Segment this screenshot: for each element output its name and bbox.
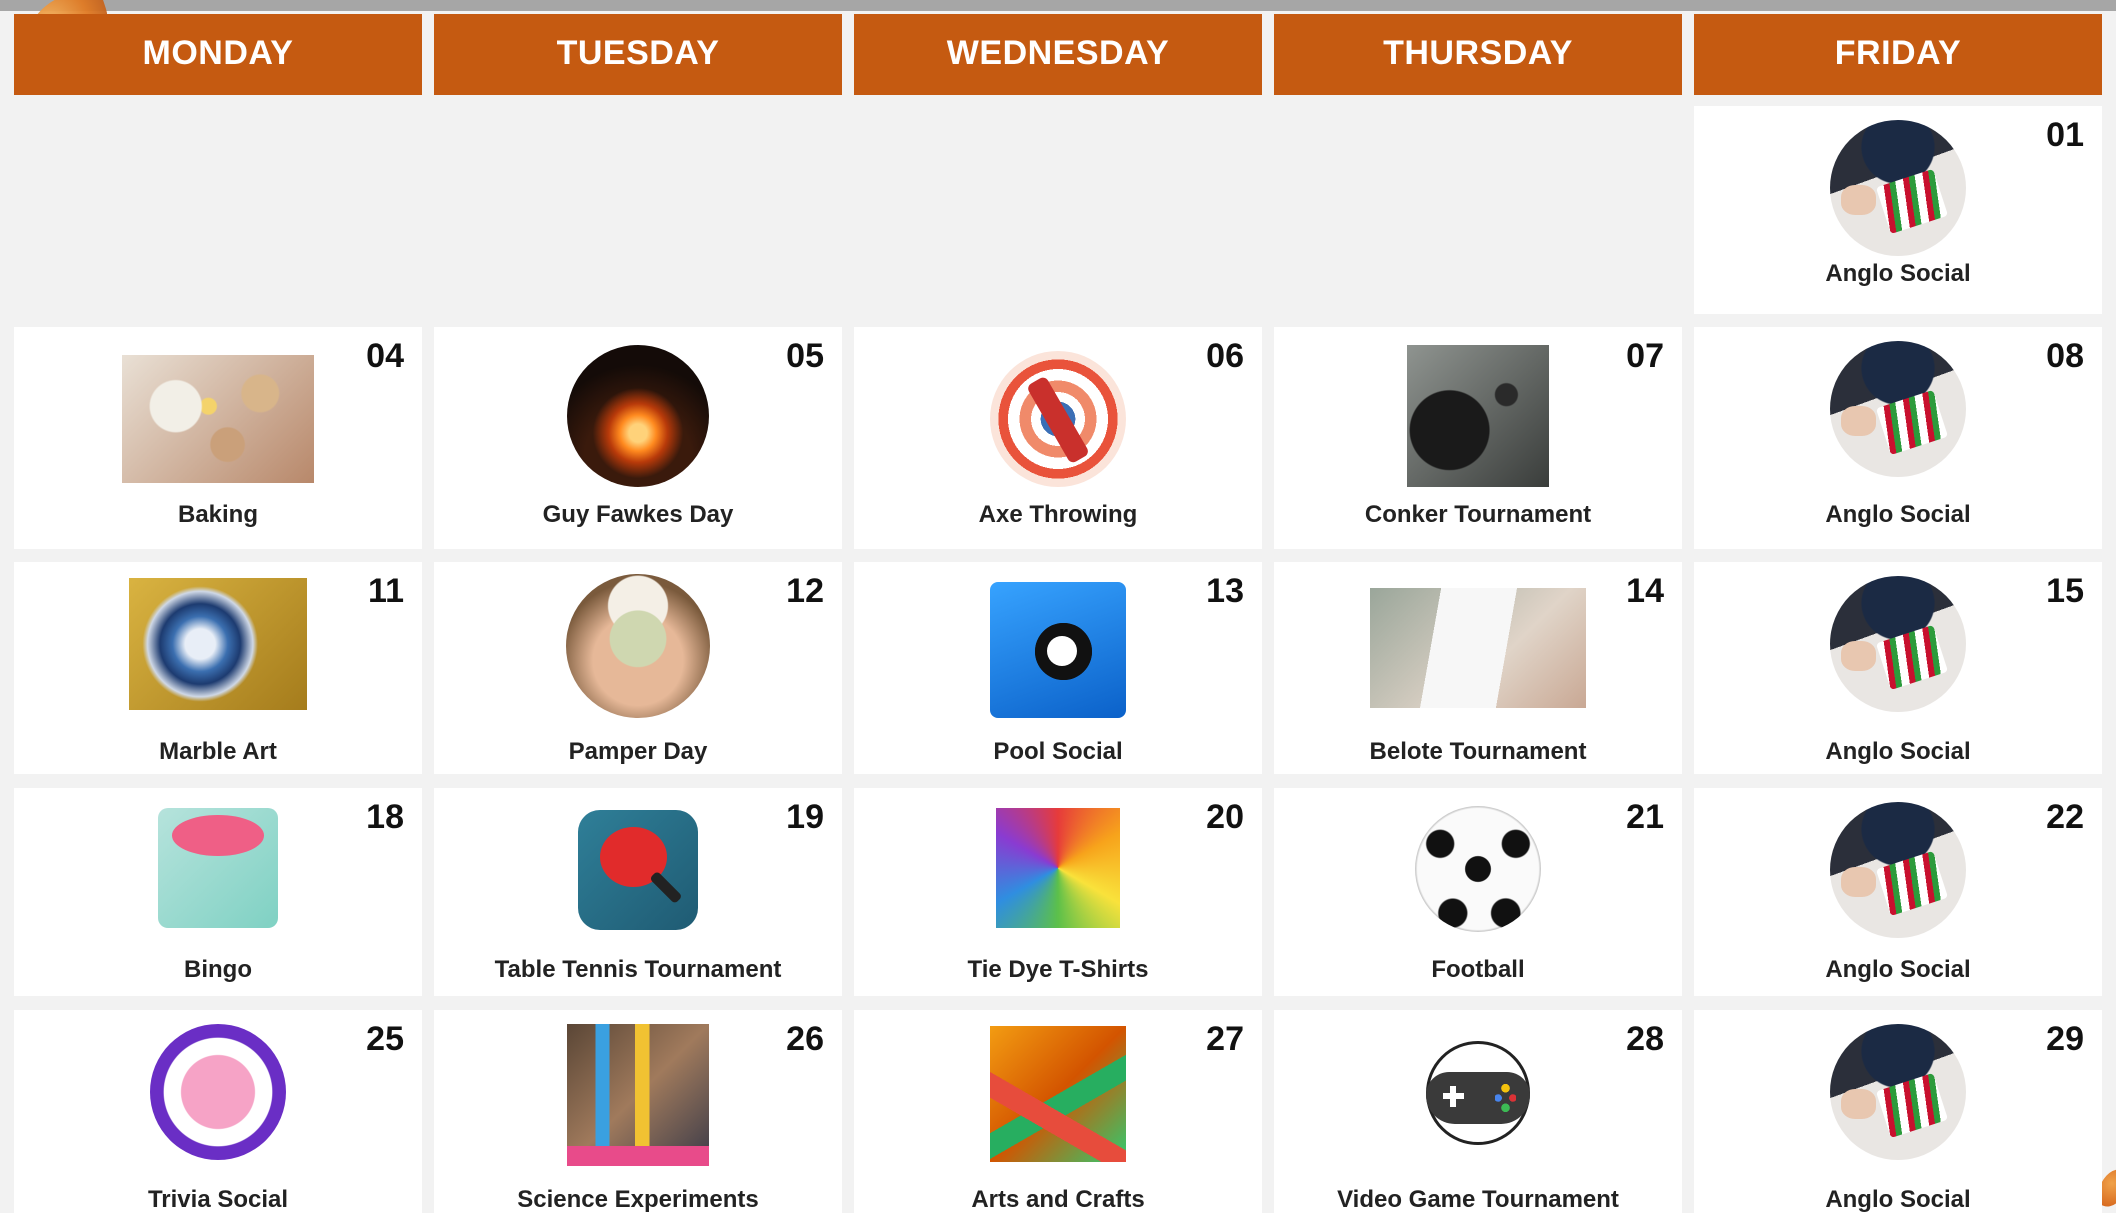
calendar-day-cell[interactable]: 19 Table Tennis Tournament [434, 788, 842, 996]
calendar-day-cell[interactable]: 26 Science Experiments [434, 1010, 842, 1213]
day-number: 05 [786, 337, 824, 375]
event-label: Conker Tournament [1364, 501, 1592, 528]
event-label: Pool Social [993, 738, 1123, 765]
playing-cards-photo [1830, 802, 1966, 938]
calendar-day-cell[interactable]: 01 Anglo Social [1694, 106, 2102, 314]
event-label: Anglo Social [1825, 501, 1971, 528]
day-number: 28 [1626, 1020, 1664, 1058]
baking-ingredients-photo [122, 355, 314, 483]
top-border [0, 0, 2116, 11]
day-number: 25 [366, 1020, 404, 1058]
header-friday: FRIDAY [1694, 14, 2102, 95]
calendar-day-cell[interactable]: 12 Pamper Day [434, 562, 842, 774]
event-label: Guy Fawkes Day [542, 501, 734, 528]
axe-target-icon [990, 351, 1126, 487]
calendar-day-cell[interactable]: 22 Anglo Social [1694, 788, 2102, 996]
day-number: 12 [786, 572, 824, 610]
day-number: 27 [1206, 1020, 1244, 1058]
event-label: Axe Throwing [978, 501, 1138, 528]
calendar-page: MONDAY TUESDAY WEDNESDAY THURSDAY FRIDAY… [0, 0, 2116, 1213]
marble-art-photo [129, 578, 307, 710]
bingo-card-icon [158, 808, 278, 928]
calendar-day-cell[interactable]: 11 Marble Art [14, 562, 422, 774]
day-number: 13 [1206, 572, 1244, 610]
calendar-day-cell[interactable]: 04 Baking [14, 327, 422, 549]
calendar-day-cell[interactable]: 08 Anglo Social [1694, 327, 2102, 549]
header-tuesday: TUESDAY [434, 14, 842, 95]
event-label: Arts and Crafts [971, 1186, 1145, 1213]
calendar-day-cell[interactable]: 13 Pool Social [854, 562, 1262, 774]
day-number: 11 [368, 572, 404, 610]
event-label: Marble Art [159, 738, 277, 765]
event-label: Pamper Day [568, 738, 708, 765]
header-monday: MONDAY [14, 14, 422, 95]
event-label: Football [1431, 956, 1525, 983]
day-number: 22 [2046, 798, 2084, 836]
paper-craft-photo [990, 1026, 1126, 1162]
day-number: 29 [2046, 1020, 2084, 1058]
day-number: 20 [1206, 798, 1244, 836]
card-hand-photo [1370, 588, 1586, 708]
event-label: Bingo [184, 956, 252, 983]
playing-cards-photo [1830, 1024, 1966, 1160]
day-number: 07 [1626, 337, 1664, 375]
day-number: 15 [2046, 572, 2084, 610]
pool-balls-icon [990, 582, 1126, 718]
day-number: 18 [366, 798, 404, 836]
header-thursday: THURSDAY [1274, 14, 1682, 95]
playing-cards-photo [1830, 341, 1966, 477]
event-label: Anglo Social [1825, 738, 1971, 765]
event-label: Baking [177, 501, 258, 528]
conker-photo [1407, 345, 1549, 487]
face-mask-photo [566, 574, 710, 718]
football-icon [1415, 806, 1541, 932]
event-label: Tie Dye T-Shirts [967, 956, 1149, 983]
calendar-day-cell[interactable]: 14 Belote Tournament [1274, 562, 1682, 774]
game-controller-icon [1419, 1034, 1537, 1152]
playing-cards-photo [1830, 576, 1966, 712]
event-label: Trivia Social [147, 1186, 289, 1213]
event-label: Belote Tournament [1369, 738, 1587, 765]
tie-dye-shirt-photo [996, 808, 1120, 928]
calendar-day-cell[interactable]: 07 Conker Tournament [1274, 327, 1682, 549]
day-number: 21 [1626, 798, 1664, 836]
ping-pong-icon [578, 810, 698, 930]
header-wednesday: WEDNESDAY [854, 14, 1262, 95]
day-number: 14 [1626, 572, 1664, 610]
calendar-day-cell[interactable]: 29 Anglo Social [1694, 1010, 2102, 1213]
calendar-day-cell[interactable]: 28 Video Game Tournament [1274, 1010, 1682, 1213]
event-label: Video Game Tournament [1337, 1186, 1619, 1213]
calendar-day-cell[interactable]: 21 Football [1274, 788, 1682, 996]
day-number: 19 [786, 798, 824, 836]
event-label: Science Experiments [517, 1186, 759, 1213]
calendar-day-cell[interactable]: 06 Axe Throwing [854, 327, 1262, 549]
event-label: Anglo Social [1825, 956, 1971, 983]
brain-mascot-icon [150, 1024, 286, 1160]
calendar-day-cell[interactable]: 20 Tie Dye T-Shirts [854, 788, 1262, 996]
day-number: 08 [2046, 337, 2084, 375]
day-number: 26 [786, 1020, 824, 1058]
calendar-day-cell[interactable]: 25 Trivia Social [14, 1010, 422, 1213]
day-number: 06 [1206, 337, 1244, 375]
calendar-day-cell[interactable]: 15 Anglo Social [1694, 562, 2102, 774]
calendar-day-cell[interactable]: 05 Guy Fawkes Day [434, 327, 842, 549]
bonfire-photo [567, 345, 709, 487]
day-number: 01 [2046, 116, 2084, 154]
science-lab-photo [567, 1024, 709, 1166]
day-number: 04 [366, 337, 404, 375]
calendar-day-cell[interactable]: 18 Bingo [14, 788, 422, 996]
event-label: Anglo Social [1825, 1186, 1971, 1213]
playing-cards-photo [1830, 120, 1966, 256]
calendar-day-cell[interactable]: 27 Arts and Crafts [854, 1010, 1262, 1213]
event-label: Table Tennis Tournament [494, 956, 782, 983]
event-label: Anglo Social [1825, 260, 1971, 287]
